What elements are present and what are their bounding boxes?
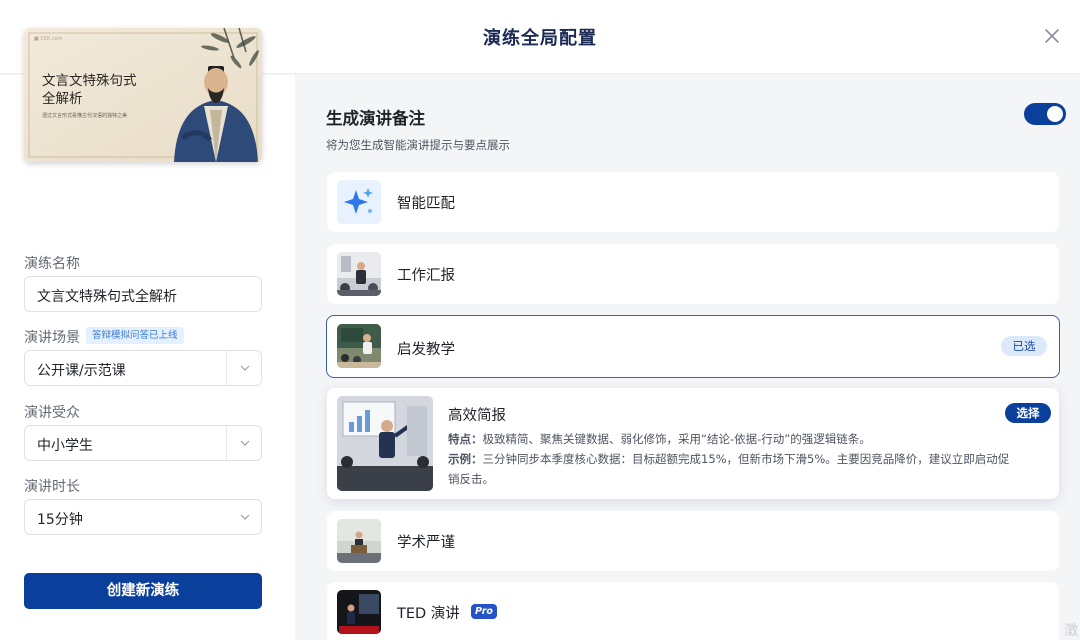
name-input[interactable]: 文言文特殊句式全解析	[24, 276, 262, 312]
select-divider	[226, 426, 227, 460]
example-text: 示例：三分钟同步本季度核心数据：目标超额完成15%，但新市场下滑5%。主要因竞品…	[448, 452, 1010, 486]
cover-thumbnail: ■ CEK.com 文言文特殊句式 全解析 透过文言形式看懂古代汉语的独特之美	[24, 28, 262, 162]
scene-label: 演讲场景	[24, 330, 80, 346]
close-icon[interactable]	[1042, 26, 1062, 46]
style-label: 工作汇报	[397, 268, 455, 284]
create-drill-button[interactable]: 创建新演练	[24, 573, 262, 609]
duration-value: 15分钟	[37, 512, 83, 528]
chevron-down-icon	[240, 514, 250, 520]
notes-toggle[interactable]	[1024, 103, 1066, 125]
chevron-down-icon	[240, 365, 250, 371]
ted-stage-photo	[337, 590, 381, 634]
duration-select[interactable]: 15分钟	[24, 499, 262, 535]
sparkle-icon	[337, 180, 381, 224]
name-value: 文言文特殊句式全解析	[37, 289, 177, 305]
name-label: 演练名称	[24, 256, 80, 272]
style-label: 高效简报	[448, 408, 506, 424]
toggle-knob	[1047, 106, 1063, 122]
style-card-academic[interactable]: 学术严谨	[327, 511, 1059, 571]
presenter-photo	[337, 252, 381, 296]
cover-logo: ■ CEK.com	[34, 36, 63, 42]
select-divider	[226, 351, 227, 385]
corner-watermark: 澂	[1064, 623, 1078, 639]
style-label: 启发教学	[397, 342, 455, 358]
scene-value: 公开课/示范课	[37, 363, 126, 379]
style-label: 智能匹配	[397, 196, 455, 212]
cover-subtitle: 透过文言形式看懂古代汉语的独特之美	[42, 113, 128, 119]
chevron-down-icon	[240, 440, 250, 446]
style-card-work-report[interactable]: 工作汇报	[327, 244, 1059, 304]
lecture-photo	[337, 519, 381, 563]
audience-value: 中小学生	[37, 438, 93, 454]
pro-badge: Pro	[471, 604, 497, 619]
selected-badge: 已选	[1001, 336, 1047, 356]
style-card-inspire-teaching[interactable]: 启发教学 已选	[326, 315, 1060, 378]
notes-title: 生成演讲备注	[326, 109, 425, 128]
style-card-efficient-briefing[interactable]: 高效简报 选择 特点：极致精简、聚焦关键数据、弱化修饰，采用“结论-依据-行动”…	[327, 388, 1059, 499]
duration-label: 演讲时长	[24, 479, 80, 495]
cover-title: 文言文特殊句式 全解析	[42, 73, 137, 107]
meeting-photo	[337, 396, 433, 491]
audience-label: 演讲受众	[24, 405, 80, 421]
style-card-ted[interactable]: TED 演讲 Pro	[327, 582, 1059, 640]
audience-select[interactable]: 中小学生	[24, 425, 262, 461]
scene-feature-badge: 答辩模拟问答已上线	[86, 327, 184, 344]
style-label: 学术严谨	[397, 535, 455, 551]
choose-button[interactable]: 选择	[1005, 403, 1051, 423]
classroom-photo	[337, 324, 381, 368]
style-label: TED 演讲	[397, 606, 460, 622]
notes-description: 将为您生成智能演讲提示与要点展示	[326, 138, 510, 152]
style-card-smart-match[interactable]: 智能匹配	[327, 172, 1059, 232]
scene-select[interactable]: 公开课/示范课	[24, 350, 262, 386]
feature-text: 特点：极致精简、聚焦关键数据、弱化修饰，采用“结论-依据-行动”的强逻辑链条。	[448, 432, 871, 446]
